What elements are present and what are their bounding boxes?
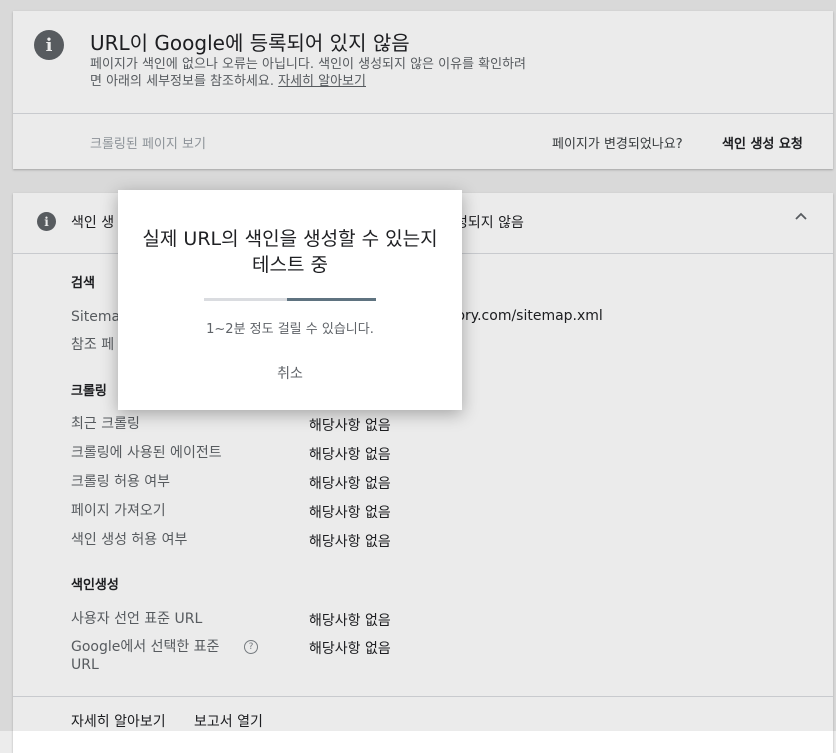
progress-bar-fill: [286, 298, 376, 301]
live-test-dialog: 실제 URL의 색인을 생성할 수 있는지 테스트 중 1~2분 정도 걸릴 수…: [118, 190, 462, 410]
dialog-title: 실제 URL의 색인을 생성할 수 있는지 테스트 중: [142, 228, 438, 276]
cancel-button[interactable]: 취소: [265, 363, 315, 383]
progress-bar: [204, 298, 376, 301]
dialog-note: 1~2분 정도 걸릴 수 있습니다.: [206, 322, 374, 337]
